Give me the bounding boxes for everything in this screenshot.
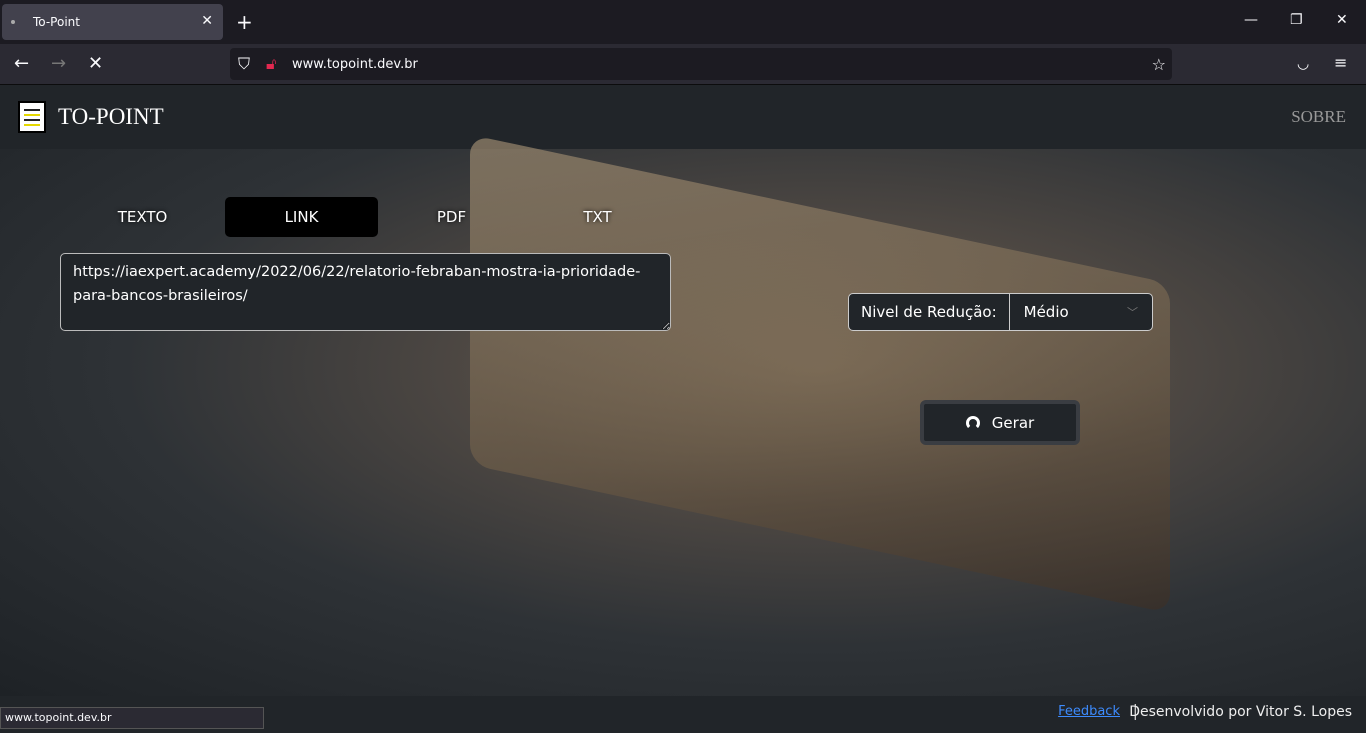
new-tab-button[interactable]: + <box>236 10 253 34</box>
nav-bar: ← → ✕ ⛉ 🔓︎ www.topoint.dev.br ☆ ◡ ≡ <box>0 44 1366 85</box>
forward-button[interactable]: → <box>51 53 66 74</box>
spinner-icon <box>965 415 980 430</box>
url-text[interactable]: www.topoint.dev.br <box>292 57 418 72</box>
restore-button[interactable]: ❐ <box>1290 12 1303 28</box>
url-bar[interactable]: ⛉ 🔓︎ www.topoint.dev.br ☆ <box>230 48 1172 80</box>
generate-label: Gerar <box>991 413 1035 432</box>
shield-icon[interactable]: ⛉ <box>238 54 250 74</box>
site-header: TO-POINT SOBRE <box>0 85 1366 149</box>
feedback-link[interactable]: Feedback <box>1058 704 1120 719</box>
browser-tab[interactable]: To-Point ✕ <box>2 4 223 40</box>
brand-name[interactable]: TO-POINT <box>58 104 164 130</box>
reduction-value[interactable]: Médio <box>1010 303 1127 321</box>
loading-icon <box>11 20 15 24</box>
generate-button[interactable]: Gerar <box>920 400 1080 445</box>
back-button[interactable]: ← <box>14 53 29 74</box>
status-bar-url: www.topoint.dev.br <box>0 707 264 729</box>
close-window-button[interactable]: ✕ <box>1336 12 1348 28</box>
close-tab-icon[interactable]: ✕ <box>201 13 213 29</box>
document-logo-icon <box>18 101 46 133</box>
tab-pdf[interactable]: PDF <box>375 197 528 237</box>
tab-texto[interactable]: TEXTO <box>66 197 219 237</box>
tab-link[interactable]: LINK <box>225 197 378 237</box>
minimize-button[interactable]: — <box>1244 12 1258 28</box>
reduction-label: Nivel de Redução: <box>849 294 1010 330</box>
nav-sobre[interactable]: SOBRE <box>1291 107 1346 127</box>
tab-bar: To-Point ✕ + — ❐ ✕ <box>0 0 1366 44</box>
credit-text: Desenvolvido por Vitor S. Lopes <box>1129 704 1352 720</box>
bookmark-star-icon[interactable]: ☆ <box>1152 55 1166 74</box>
reduction-level-select[interactable]: Nivel de Redução: Médio ﹀ <box>848 293 1153 331</box>
tab-title: To-Point <box>33 15 80 29</box>
menu-icon[interactable]: ≡ <box>1334 53 1347 72</box>
hero-section: TEXTO LINK PDF TXT https://iaexpert.acad… <box>0 134 1366 696</box>
tab-txt[interactable]: TXT <box>521 197 674 237</box>
chevron-down-icon: ﹀ <box>1127 306 1138 319</box>
link-input[interactable]: https://iaexpert.academy/2022/06/22/rela… <box>60 253 671 331</box>
stop-button[interactable]: ✕ <box>88 53 103 74</box>
insecure-lock-icon[interactable]: 🔓︎ <box>266 54 276 74</box>
pocket-icon[interactable]: ◡ <box>1297 56 1309 72</box>
